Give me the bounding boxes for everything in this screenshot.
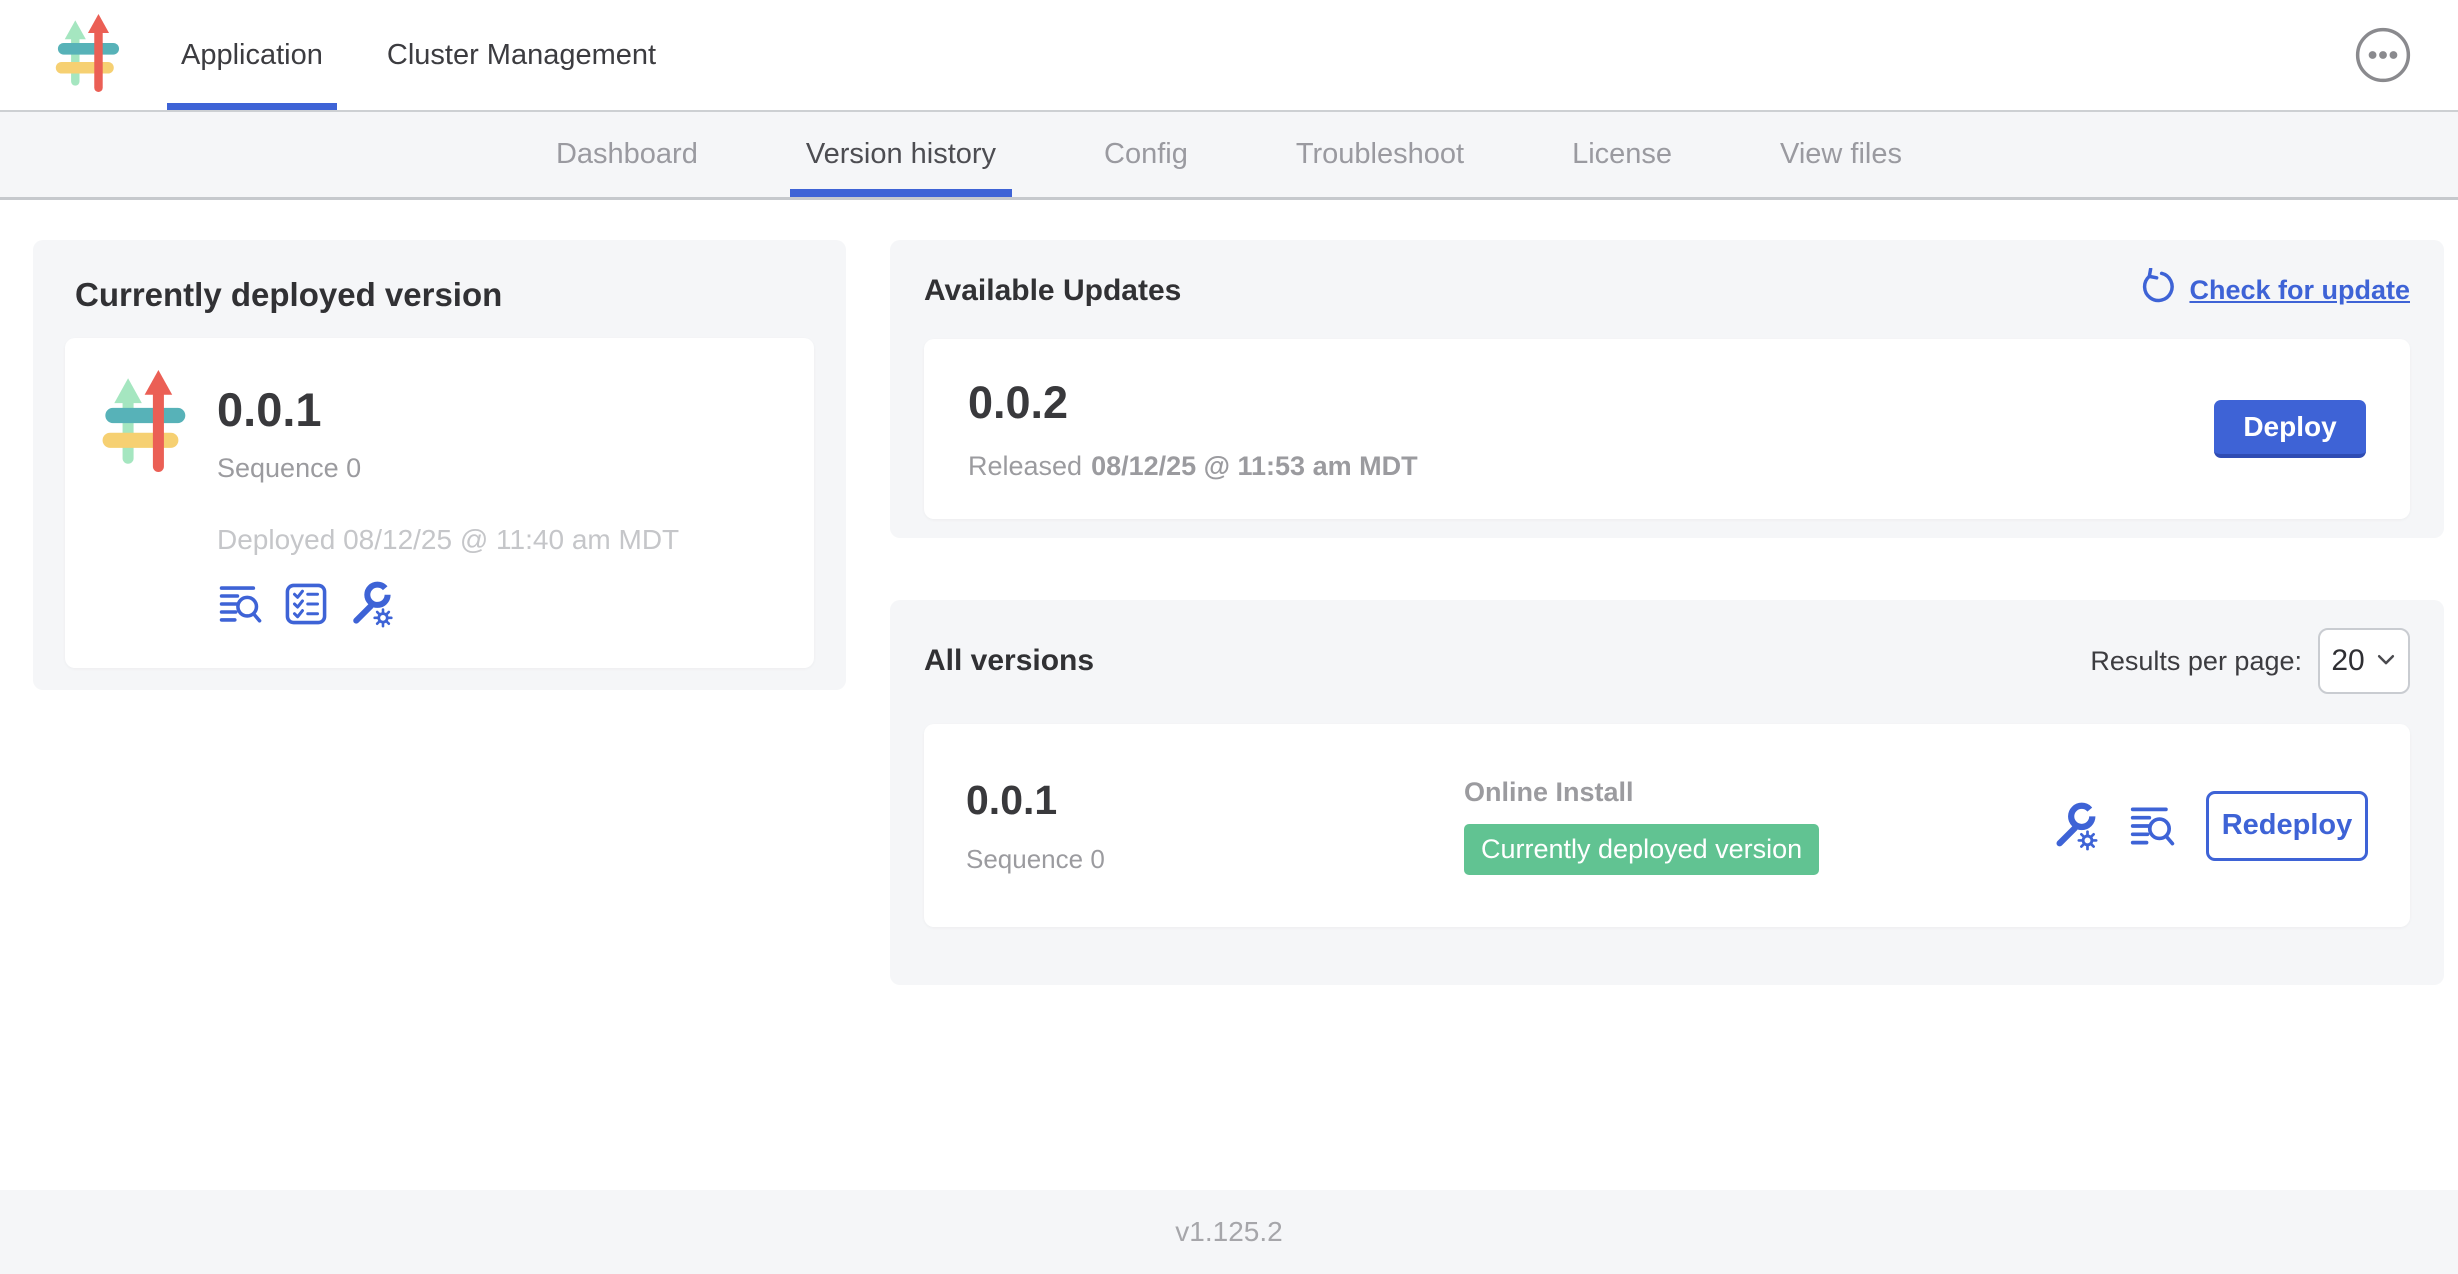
- version-row-actions: Redeploy: [2050, 791, 2368, 861]
- results-per-page: Results per page: 20: [2090, 628, 2410, 694]
- check-for-update-label: Check for update: [2189, 275, 2410, 306]
- currently-deployed-panel: Currently deployed version 0.0.1 Sequenc…: [33, 240, 846, 690]
- ellipsis-in-circle-icon: [2354, 72, 2412, 87]
- version-row-status: Online Install Currently deployed versio…: [1464, 777, 2050, 875]
- tab-version-history[interactable]: Version history: [790, 112, 1012, 197]
- chevron-down-icon: [2375, 644, 2397, 678]
- deployed-timestamp: Deployed 08/12/25 @ 11:40 am MDT: [217, 524, 679, 556]
- version-row: 0.0.1 Sequence 0 Online Install Currentl…: [924, 724, 2410, 927]
- results-per-page-value: 20: [2331, 644, 2364, 678]
- deploy-logs-icon: [2128, 838, 2178, 853]
- edit-config-button[interactable]: [347, 580, 395, 628]
- deploy-logs-icon: [217, 615, 265, 630]
- install-type-label: Online Install: [1464, 777, 2050, 808]
- tab-view-files[interactable]: View files: [1764, 112, 1918, 197]
- update-version-number: 0.0.2: [968, 377, 1418, 429]
- preflight-checks-button[interactable]: [283, 580, 329, 628]
- released-timestamp: 08/12/25 @ 11:53 am MDT: [1091, 451, 1418, 481]
- tab-troubleshoot[interactable]: Troubleshoot: [1280, 112, 1480, 197]
- redeploy-button[interactable]: Redeploy: [2206, 791, 2368, 861]
- results-per-page-select[interactable]: 20: [2318, 628, 2410, 694]
- tab-cluster-management[interactable]: Cluster Management: [373, 0, 670, 110]
- all-versions-panel: All versions Results per page: 20: [890, 600, 2444, 985]
- deployed-version-number: 0.0.1: [217, 382, 679, 437]
- app-footer: v1.125.2: [0, 1190, 2458, 1274]
- deployed-sequence: Sequence 0: [217, 453, 679, 484]
- app-logo-icon: [55, 14, 123, 97]
- refresh-icon: [2137, 268, 2175, 313]
- available-updates-panel: Available Updates Check for update 0.0.2: [890, 240, 2444, 538]
- status-badge: Currently deployed version: [1464, 824, 1819, 875]
- app-subnav: Dashboard Version history Config Trouble…: [0, 110, 2458, 200]
- deployed-version-details: 0.0.1 Sequence 0 Deployed 08/12/25 @ 11:…: [217, 370, 679, 636]
- row-sequence: Sequence 0: [966, 844, 1464, 875]
- available-update-card: 0.0.2 Released 08/12/25 @ 11:53 am MDT De…: [924, 339, 2410, 519]
- edit-config-icon: [2050, 839, 2100, 854]
- preflight-checks-icon: [283, 615, 329, 630]
- tab-license[interactable]: License: [1556, 112, 1688, 197]
- deploy-logs-button[interactable]: [2128, 802, 2178, 850]
- results-per-page-label: Results per page:: [2090, 646, 2302, 677]
- header-right: [2354, 0, 2458, 110]
- edit-config-button[interactable]: [2050, 801, 2100, 851]
- update-released-line: Released 08/12/25 @ 11:53 am MDT: [968, 451, 1418, 482]
- deploy-button[interactable]: Deploy: [2214, 400, 2366, 458]
- currently-deployed-title: Currently deployed version: [75, 276, 814, 314]
- tab-dashboard[interactable]: Dashboard: [540, 112, 714, 197]
- app-logo-icon: [101, 370, 191, 636]
- version-row-details: 0.0.1 Sequence 0: [966, 777, 1464, 875]
- tab-application[interactable]: Application: [167, 0, 337, 110]
- tab-config[interactable]: Config: [1088, 112, 1204, 197]
- released-label: Released: [968, 451, 1082, 481]
- right-column: Available Updates Check for update 0.0.2: [890, 240, 2444, 985]
- main-content: Currently deployed version 0.0.1 Sequenc…: [0, 200, 2458, 1190]
- deployed-version-card: 0.0.1 Sequence 0 Deployed 08/12/25 @ 11:…: [65, 338, 814, 668]
- edit-config-icon: [347, 616, 395, 631]
- deployed-version-actions: [217, 580, 679, 628]
- more-menu-button[interactable]: [2354, 26, 2412, 84]
- all-versions-title: All versions: [924, 644, 1094, 678]
- deploy-logs-button[interactable]: [217, 580, 265, 628]
- update-details: 0.0.2 Released 08/12/25 @ 11:53 am MDT: [968, 377, 1418, 482]
- console-version: v1.125.2: [1175, 1216, 1282, 1248]
- app-header: Application Cluster Management: [0, 0, 2458, 110]
- check-for-update-link[interactable]: Check for update: [2137, 268, 2410, 313]
- row-version-number: 0.0.1: [966, 777, 1464, 824]
- available-updates-title: Available Updates: [924, 274, 1181, 308]
